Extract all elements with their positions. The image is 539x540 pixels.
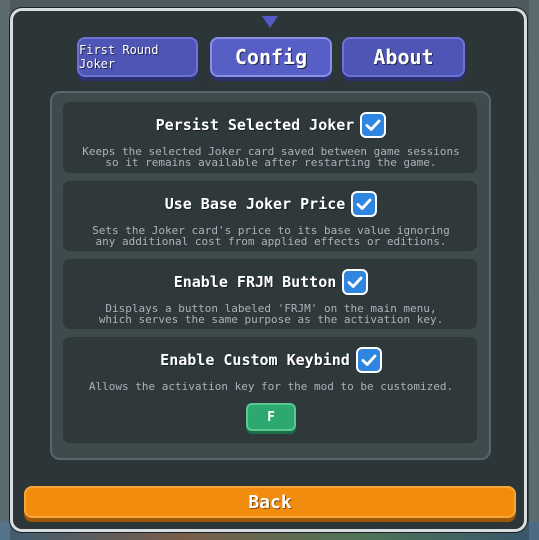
option-enable-frjm-button: Enable FRJM Button Displays a button lab… [62,258,478,330]
checkmark-icon [365,119,381,131]
background-edge-left [0,0,10,540]
checkmark-icon [361,354,377,366]
option-description: Keeps the selected Joker card saved betw… [63,146,479,168]
back-button[interactable]: Back [24,486,516,518]
checkmark-icon [356,198,372,210]
option-title: Enable Custom Keybind [160,351,350,369]
option-title-row: Enable Custom Keybind [63,347,479,373]
option-title-row: Enable FRJM Button [63,269,479,295]
option-persist-selected-joker: Persist Selected Joker Keeps the selecte… [62,101,478,174]
option-enable-custom-keybind: Enable Custom Keybind Allows the activat… [62,336,478,444]
enable-frjm-button-checkbox[interactable] [342,269,369,295]
use-base-joker-price-checkbox[interactable] [351,191,378,217]
option-title: Persist Selected Joker [155,116,355,134]
option-description-line: which serves the same purpose as the act… [98,313,444,326]
tab-first-round-joker[interactable]: First Round Joker [77,37,198,77]
option-title-row: Use Base Joker Price [63,191,479,217]
persist-selected-joker-checkbox[interactable] [360,112,387,138]
checkmark-icon [347,276,363,288]
option-description-line: Allows the activation key for the mod to… [88,380,454,393]
tab-config[interactable]: Config [210,37,332,77]
option-description: Sets the Joker card's price to its base … [63,225,479,247]
tab-about[interactable]: About [342,37,465,77]
background-edge-right [529,0,539,540]
option-description: Displays a button labeled 'FRJM' on the … [63,303,479,325]
option-title: Enable FRJM Button [173,273,337,291]
option-description: Allows the activation key for the mod to… [63,381,479,392]
option-title-row: Persist Selected Joker [63,112,479,138]
option-title: Use Base Joker Price [164,195,346,213]
option-description-line: any additional cost from applied effects… [95,235,447,248]
enable-custom-keybind-checkbox[interactable] [355,347,382,373]
caret-down-icon [262,16,278,28]
keybind-button[interactable]: F [246,403,296,431]
option-use-base-joker-price: Use Base Joker Price Sets the Joker card… [62,180,478,252]
option-description-line: so it remains available after restarting… [105,156,437,169]
